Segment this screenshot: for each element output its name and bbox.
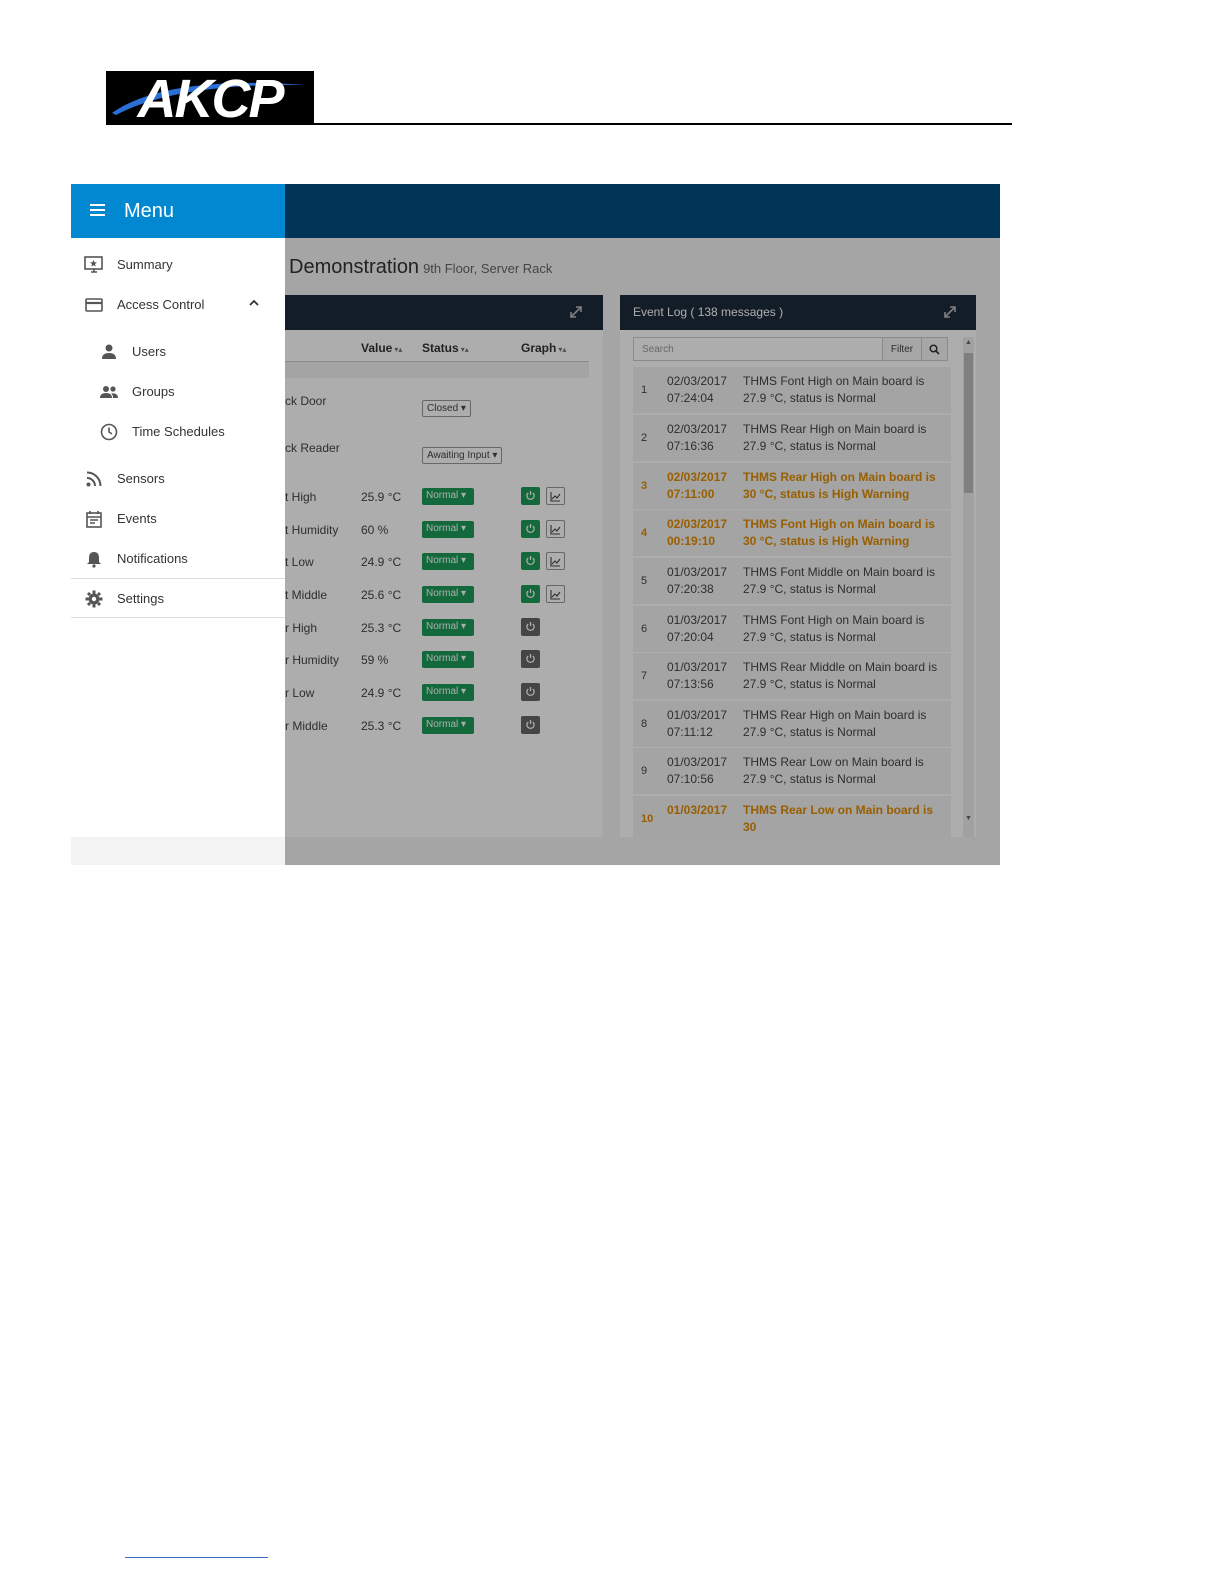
clock-icon [100, 423, 118, 441]
menu-label: Users [132, 344, 166, 359]
menu-backdrop[interactable] [285, 184, 1000, 865]
hamburger-icon[interactable] [90, 204, 105, 216]
app-screenshot: Demonstration 9th Floor, Server Rack Valu… [71, 184, 1000, 865]
card-icon [85, 298, 103, 312]
rss-icon [86, 471, 102, 487]
menu-item-notifications[interactable]: Notifications [71, 538, 285, 578]
footer-link-underline[interactable] [125, 1557, 268, 1558]
menu-header: Menu [71, 184, 285, 238]
bell-icon [87, 552, 101, 568]
menu-item-summary[interactable]: Summary [71, 244, 285, 284]
menu-item-users[interactable]: Users [71, 331, 285, 371]
calendar-icon [86, 511, 102, 528]
menu-title: Menu [124, 200, 175, 222]
menu-label: Time Schedules [132, 424, 225, 439]
menu-divider [71, 617, 285, 618]
menu-item-settings[interactable]: Settings [71, 578, 285, 618]
group-icon [100, 386, 118, 398]
menu-item-groups[interactable]: Groups [71, 371, 285, 411]
menu-item-events[interactable]: Events [71, 498, 285, 538]
menu-label: Summary [117, 257, 173, 272]
menu-item-sensors[interactable]: Sensors [71, 458, 285, 498]
side-menu: Summary Access Control Users Groups Time… [71, 238, 285, 618]
menu-label: Access Control [117, 297, 205, 312]
menu-item-time-schedules[interactable]: Time Schedules [71, 411, 285, 451]
header-rule [106, 123, 1012, 125]
menu-label: Notifications [117, 551, 188, 566]
menu-item-access-control[interactable]: Access Control [71, 284, 285, 324]
menu-label: Groups [132, 384, 175, 399]
menu-label: Sensors [117, 471, 165, 486]
logo-text: AKCP [135, 71, 285, 125]
menu-label: Settings [117, 591, 164, 606]
monitor-star-icon [84, 256, 103, 273]
menu-label: Events [117, 511, 157, 526]
gear-icon [85, 590, 103, 608]
akcp-logo: AKCP [106, 71, 314, 125]
person-icon [102, 344, 116, 359]
chevron-up-icon[interactable] [247, 296, 261, 310]
